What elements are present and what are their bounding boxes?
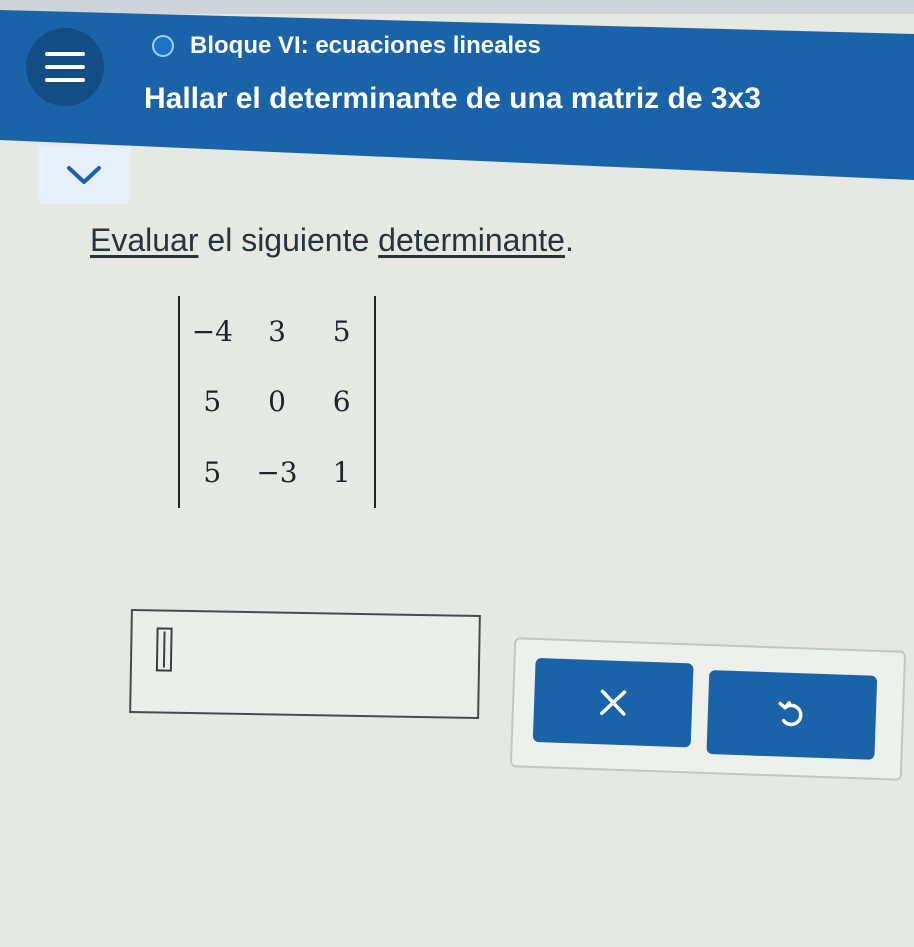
matrix-cell: 0 xyxy=(268,385,286,419)
button-panel xyxy=(509,637,907,781)
hamburger-icon-line xyxy=(45,65,85,69)
top-strip xyxy=(0,0,914,14)
topic-label: Bloque VI: ecuaciones lineales xyxy=(190,32,541,59)
instruction-text: Evaluar el siguiente determinante. xyxy=(90,222,574,259)
matrix-cell: 5 xyxy=(203,456,222,490)
evaluar-link[interactable]: Evaluar xyxy=(90,222,199,258)
instruction-end: . xyxy=(564,222,574,258)
matrix-cell: 1 xyxy=(332,456,351,490)
page-title: Hallar el determinante de una matriz de … xyxy=(144,82,761,115)
matrix-cell: 5 xyxy=(203,385,222,419)
answer-input[interactable] xyxy=(129,608,481,720)
text-cursor xyxy=(155,627,173,672)
matrix-cell: −3 xyxy=(256,456,298,490)
matrix-cell: 3 xyxy=(268,314,286,348)
collapse-tab[interactable] xyxy=(38,146,130,204)
chevron-down-icon xyxy=(67,166,101,184)
topic-status-dot xyxy=(152,35,174,57)
matrix-cell: 5 xyxy=(332,314,351,348)
matrix-cell: −4 xyxy=(191,314,233,348)
matrix-cell: 6 xyxy=(332,385,351,419)
hamburger-icon-line xyxy=(45,78,85,82)
topic-row: Bloque VI: ecuaciones lineales xyxy=(152,32,541,60)
hamburger-icon-line xyxy=(45,52,85,56)
instruction-middle: el siguiente xyxy=(198,222,379,258)
undo-button[interactable] xyxy=(706,670,878,760)
determinant-matrix: −4 3 5 5 0 6 5 −3 1 xyxy=(178,296,376,508)
clear-button[interactable] xyxy=(532,657,694,748)
undo-icon xyxy=(778,701,803,727)
determinante-link[interactable]: determinante xyxy=(378,222,565,258)
x-icon xyxy=(600,689,627,716)
menu-button[interactable] xyxy=(26,28,104,106)
